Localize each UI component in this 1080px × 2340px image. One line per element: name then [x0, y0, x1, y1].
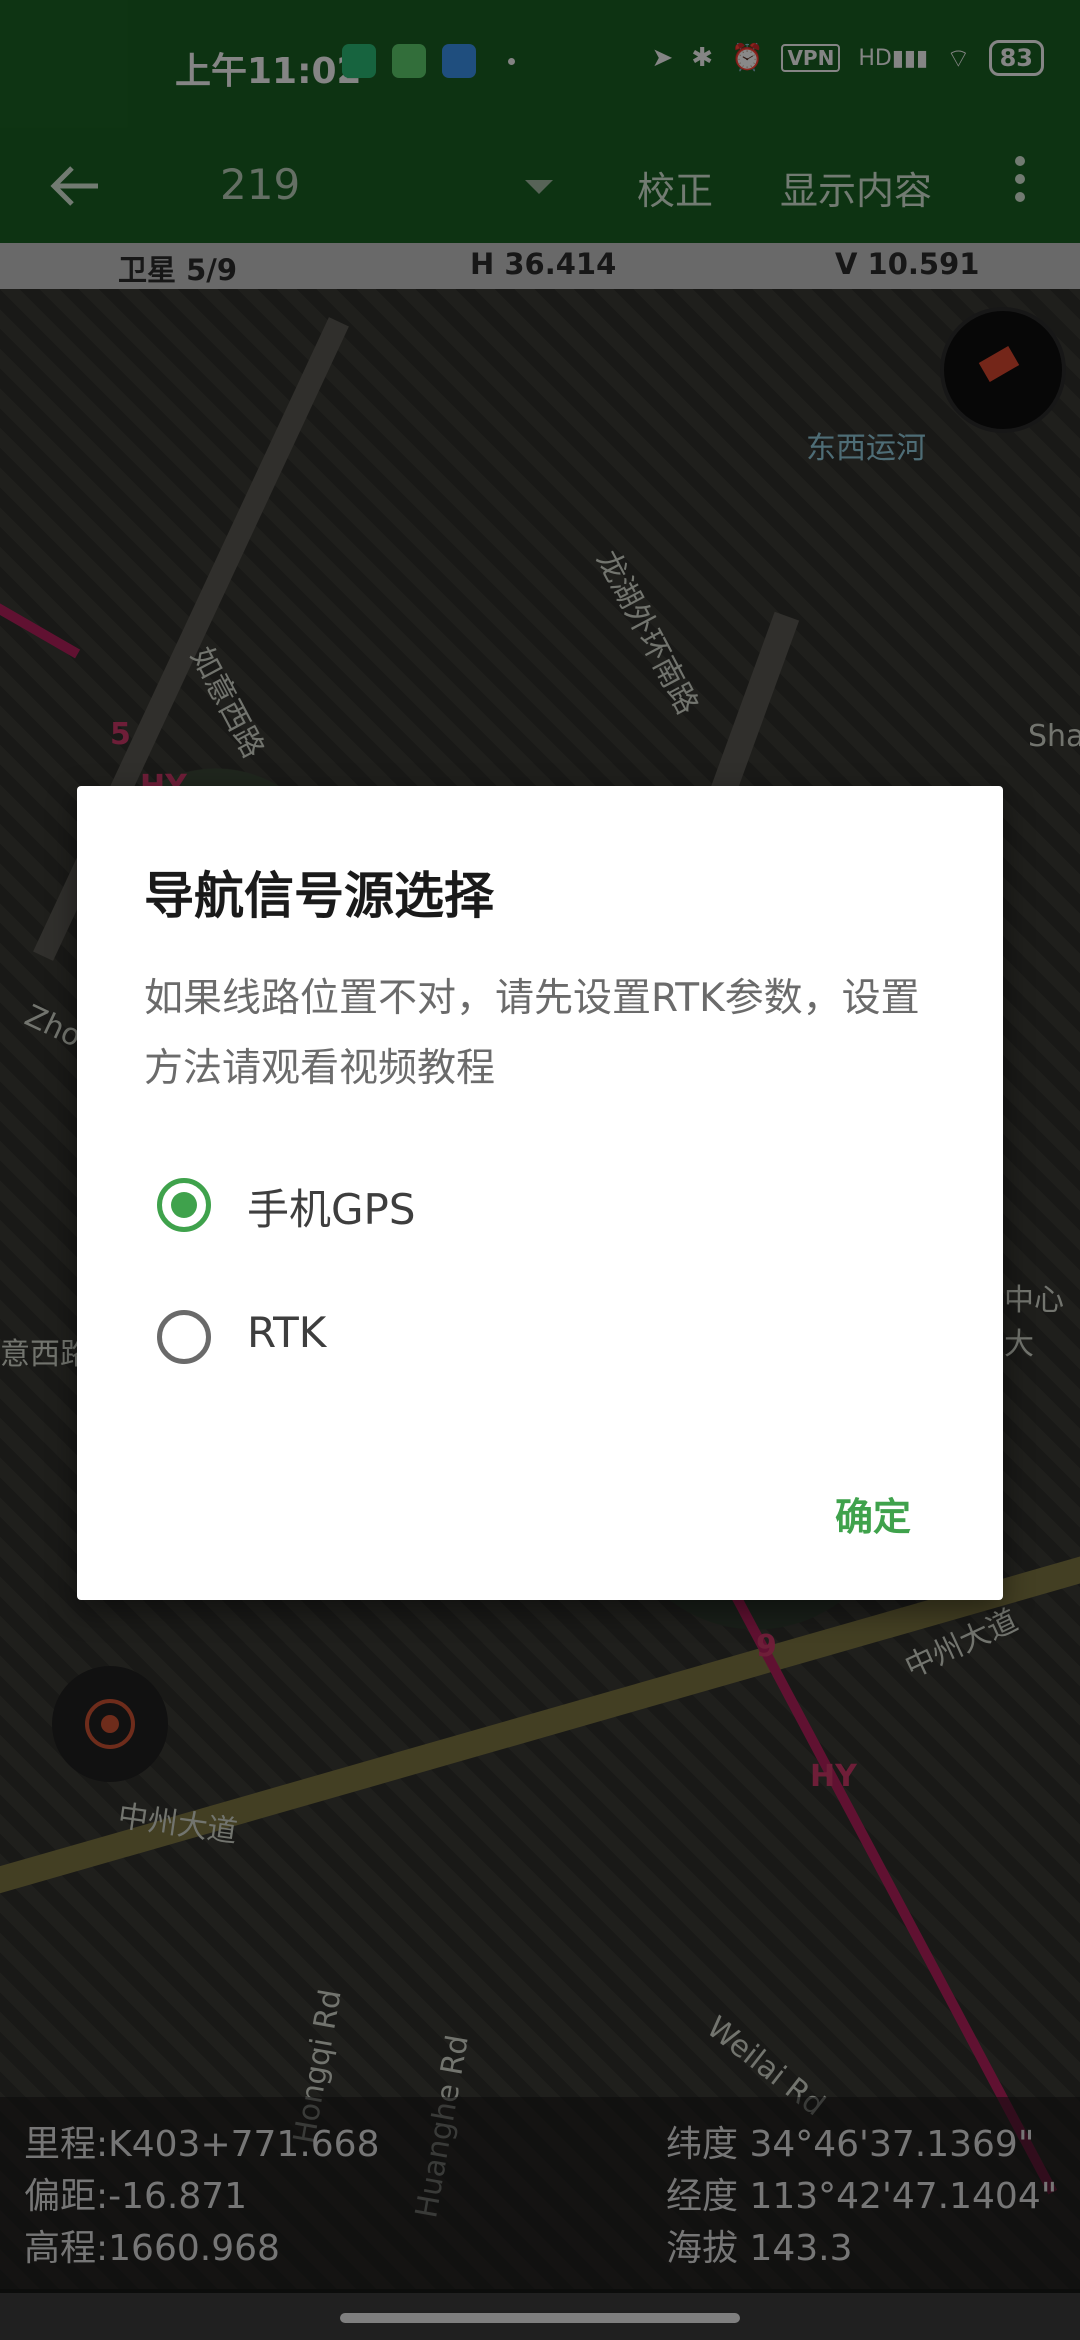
option-label: 手机GPS — [247, 1185, 416, 1234]
dialog-message: 如果线路位置不对，请先设置RTK参数，设置方法请观看视频教程 — [144, 976, 920, 1091]
option-label: RTK — [247, 1308, 327, 1357]
signal-source-dialog: 导航信号源选择 如果线路位置不对，请先设置RTK参数，设置方法请观看视频教程 手… — [77, 786, 1003, 1600]
radio-unchecked-icon[interactable] — [157, 1310, 211, 1364]
radio-checked-icon[interactable] — [157, 1178, 211, 1232]
confirm-button[interactable]: 确定 — [835, 1486, 911, 1541]
dialog-title: 导航信号源选择 — [144, 867, 494, 925]
option-phone-gps[interactable]: 手机GPS — [157, 1166, 917, 1246]
option-rtk[interactable]: RTK — [157, 1298, 917, 1378]
